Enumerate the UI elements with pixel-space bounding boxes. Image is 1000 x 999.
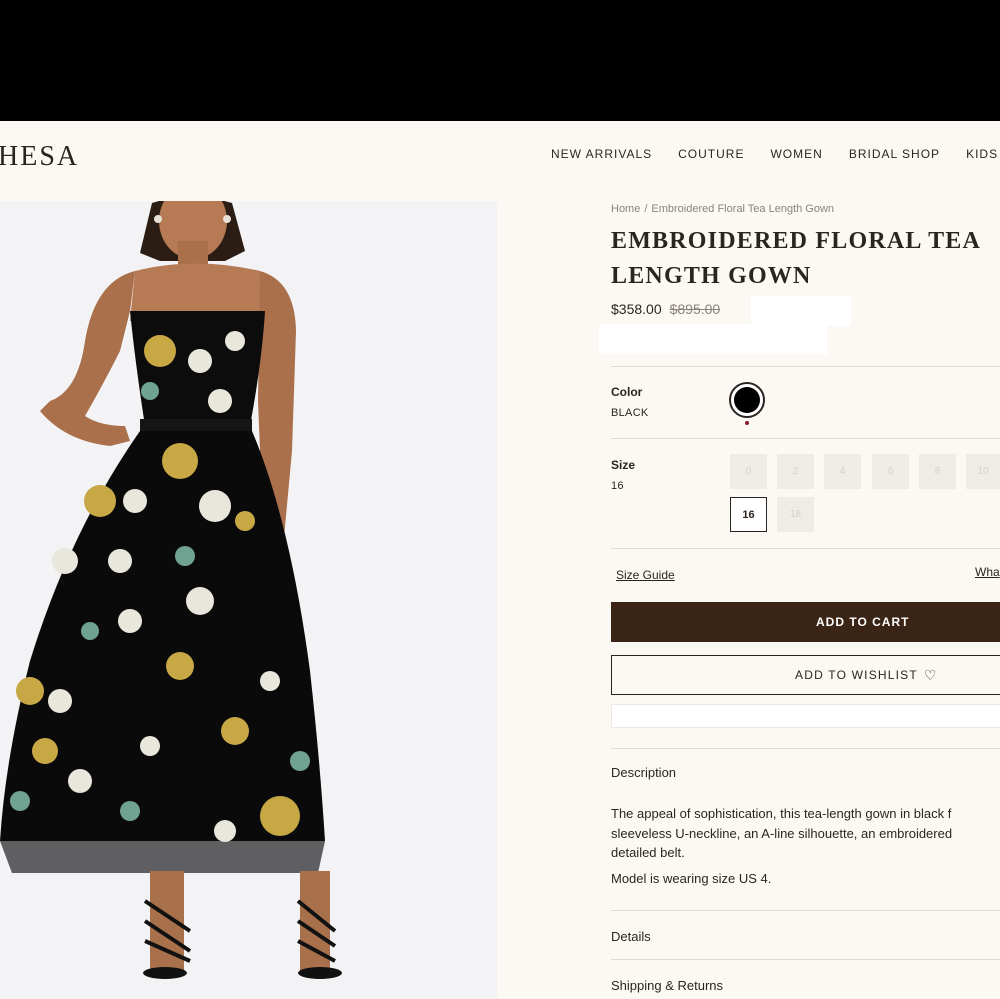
model-in-gown-illustration — [0, 201, 342, 979]
price: $358.00 $895.00 — [611, 301, 720, 317]
description-text: The appeal of sophistication, this tea-l… — [611, 804, 1000, 863]
description-line: sleeveless U-neckline, an A-line silhoue… — [611, 825, 953, 841]
add-to-wishlist-button[interactable]: ADD TO WISHLIST ♡ — [611, 655, 1000, 695]
description-line: The appeal of sophistication, this tea-l… — [611, 806, 952, 821]
description-accordion[interactable]: Description — [611, 765, 676, 780]
divider — [611, 438, 1000, 439]
original-price: $895.00 — [669, 301, 721, 317]
promo-placeholder — [599, 324, 827, 354]
heart-icon: ♡ — [923, 666, 938, 683]
selected-indicator — [745, 421, 749, 425]
breadcrumb-current: Embroidered Floral Tea Length Gown — [651, 203, 835, 215]
divider — [611, 366, 1000, 367]
divider — [611, 548, 1000, 549]
size-guide-link[interactable]: Size Guide — [616, 568, 675, 582]
size-value: 16 — [611, 480, 624, 492]
breadcrumb-home[interactable]: Home — [611, 203, 640, 215]
size-option[interactable]: 6 — [872, 454, 909, 489]
size-option-selected[interactable]: 16 — [730, 497, 767, 532]
price-placeholder — [751, 296, 851, 326]
product-page: HESA NEW ARRIVALS COUTURE WOMEN BRIDAL S… — [0, 121, 1000, 999]
breadcrumb: Home / Embroidered Floral Tea Length Gown — [611, 203, 834, 215]
model-size-note: Model is wearing size US 4. — [611, 871, 772, 886]
size-option[interactable]: 18 — [777, 497, 814, 532]
size-option[interactable]: 2 — [777, 454, 814, 489]
size-label: Size — [611, 458, 636, 472]
product-title: EMBROIDERED FLORAL TEA LENGTH GOWN — [611, 228, 980, 289]
add-to-cart-button[interactable]: ADD TO CART — [611, 602, 1000, 642]
color-value: BLACK — [611, 407, 649, 419]
shipping-returns-accordion[interactable]: Shipping & Returns — [611, 978, 723, 993]
sale-price: $358.00 — [611, 301, 662, 317]
divider — [611, 959, 1000, 960]
payment-placeholder — [611, 704, 1000, 728]
whats-link[interactable]: Wha — [975, 565, 1000, 579]
description-line: detailed belt. — [611, 845, 685, 860]
divider — [611, 748, 1000, 749]
product-info: Home / Embroidered Floral Tea Length Gown … — [599, 121, 1000, 999]
add-to-wishlist-label: ADD TO WISHLIST — [795, 668, 918, 682]
color-swatch-black[interactable] — [729, 382, 765, 418]
size-option[interactable]: 8 — [919, 454, 956, 489]
breadcrumb-separator: / — [644, 203, 648, 215]
brand-logo[interactable]: HESA — [0, 141, 79, 173]
color-label: Color — [611, 385, 643, 399]
details-accordion[interactable]: Details — [611, 929, 651, 944]
size-option[interactable]: 4 — [824, 454, 861, 489]
product-image[interactable] — [0, 201, 497, 999]
size-option[interactable]: 10 — [966, 454, 1000, 489]
divider — [611, 910, 1000, 911]
size-option[interactable]: 0 — [730, 454, 767, 489]
